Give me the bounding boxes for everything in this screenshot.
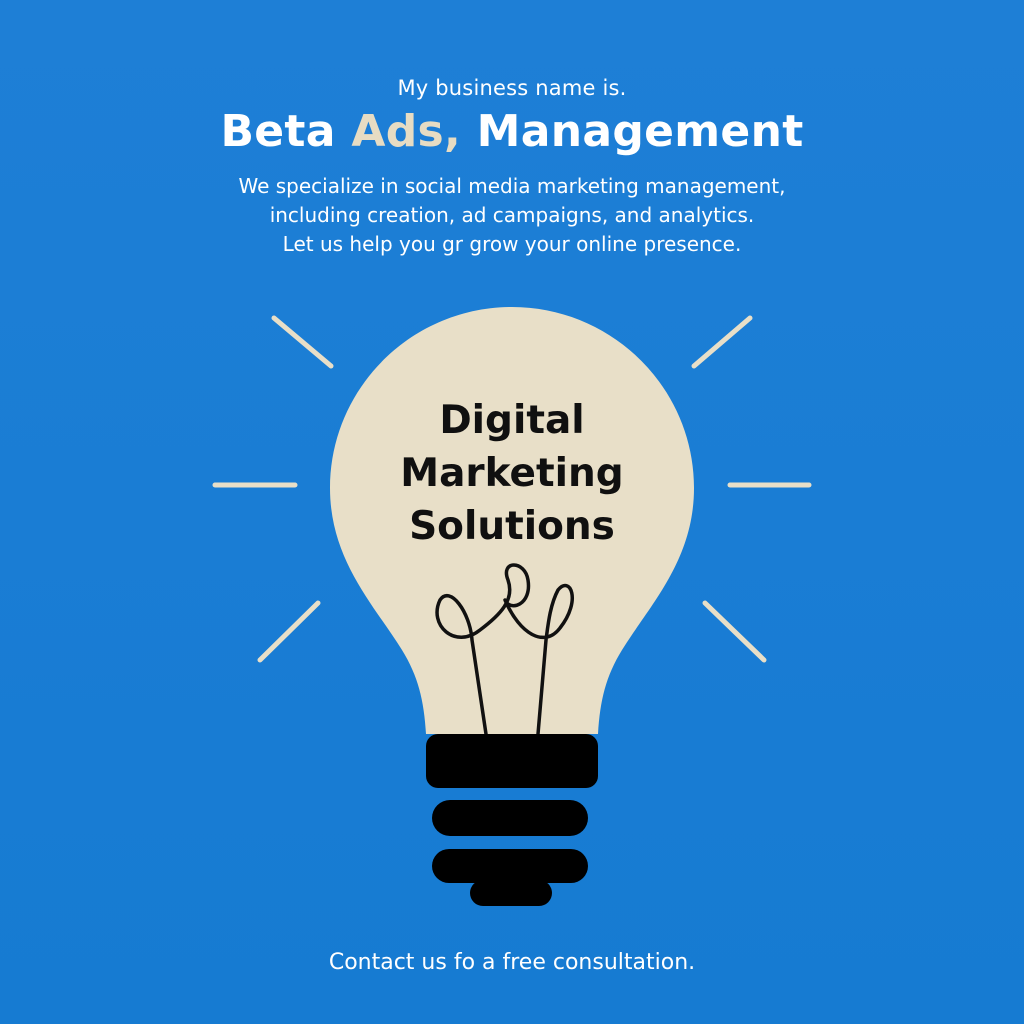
poster: My business name is. Beta Ads, Managemen…: [0, 0, 1024, 1024]
intro-text: My business name is.: [397, 76, 627, 100]
business-title: Beta Ads, Management: [0, 106, 1024, 157]
bulb-text-line-2: Marketing: [400, 451, 624, 496]
description-line-1: We specialize in social media marketing …: [238, 174, 786, 198]
bulb-base-band-3: [432, 849, 588, 883]
bulb-text-line-3: Solutions: [409, 504, 615, 549]
description-line-2: including creation, ad campaigns, and an…: [269, 203, 755, 227]
ray-top-left: [271, 315, 334, 369]
bulb-base-band-1: [426, 734, 598, 788]
bulb-base-band-2: [432, 800, 588, 836]
bulb-text: Digital Marketing Solutions: [362, 394, 662, 553]
ray-bottom-left: [257, 600, 321, 663]
bulb-base: [426, 734, 598, 906]
ray-bottom-right: [702, 600, 767, 663]
bulb-base-tip: [470, 880, 552, 906]
title-accent: Ads,: [351, 106, 462, 157]
description: We specialize in social media marketing …: [0, 172, 1024, 259]
ray-top-right: [691, 315, 753, 369]
bulb-text-line-1: Digital: [439, 398, 585, 443]
description-line-3: Let us help you gr grow your online pres…: [282, 232, 742, 256]
title-part-1: Beta: [220, 106, 352, 157]
contact-text: Contact us fo a free consultation.: [328, 950, 696, 975]
title-part-2: Management: [461, 106, 804, 157]
